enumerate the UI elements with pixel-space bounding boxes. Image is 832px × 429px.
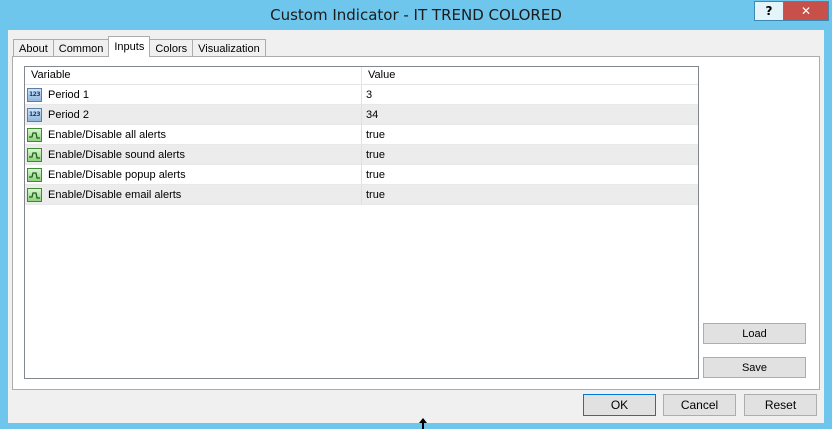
boolean-icon [27, 127, 42, 142]
tab-visualization[interactable]: Visualization [192, 39, 266, 57]
tab-common[interactable]: Common [52, 39, 110, 57]
inputs-tab-panel: Variable Value 123 Period 1 3 123 Period… [12, 56, 820, 390]
variable-name: Period 1 [48, 88, 89, 101]
variable-name: Enable/Disable all alerts [48, 128, 167, 141]
boolean-icon [27, 167, 42, 182]
save-button[interactable]: Save [703, 357, 806, 378]
variable-name: Enable/Disable sound alerts [48, 148, 185, 161]
variable-cell: Enable/Disable sound alerts [25, 144, 362, 165]
close-icon: ✕ [800, 4, 812, 18]
value-cell[interactable]: true [362, 169, 385, 181]
dialog-window: Custom Indicator - IT TREND COLORED ? ✕ … [0, 0, 832, 429]
table-row[interactable]: Enable/Disable sound alerts true [25, 144, 698, 165]
variable-name: Enable/Disable email alerts [48, 188, 182, 201]
numeric-icon: 123 [27, 107, 42, 122]
tab-strip: About Common Inputs Colors Visualization [13, 36, 266, 57]
variable-cell: 123 Period 1 [25, 84, 362, 105]
grid-rows: 123 Period 1 3 123 Period 2 34 Enable/Di… [25, 84, 698, 205]
variable-cell: Enable/Disable email alerts [25, 184, 362, 205]
tab-inputs[interactable]: Inputs [108, 36, 151, 57]
table-row[interactable]: Enable/Disable email alerts true [25, 184, 698, 205]
variable-name: Enable/Disable popup alerts [48, 168, 186, 181]
tab-about[interactable]: About [13, 39, 54, 57]
value-cell[interactable]: true [362, 129, 385, 141]
boolean-icon [27, 147, 42, 162]
column-header-value[interactable]: Value [362, 67, 698, 84]
variable-cell: Enable/Disable all alerts [25, 124, 362, 145]
value-cell[interactable]: 3 [362, 89, 372, 101]
numeric-icon: 123 [27, 87, 42, 102]
table-row[interactable]: 123 Period 1 3 [25, 84, 698, 105]
value-cell[interactable]: true [362, 189, 385, 201]
mouse-cursor-icon [419, 418, 427, 429]
value-cell[interactable]: 34 [362, 109, 378, 121]
title-bar[interactable]: Custom Indicator - IT TREND COLORED ? ✕ [0, 0, 832, 30]
grid-header: Variable Value [25, 67, 698, 85]
boolean-icon [27, 187, 42, 202]
help-button[interactable]: ? [754, 1, 784, 21]
variable-cell: 123 Period 2 [25, 104, 362, 125]
cancel-button[interactable]: Cancel [663, 394, 736, 416]
table-row[interactable]: Enable/Disable popup alerts true [25, 164, 698, 185]
column-header-variable[interactable]: Variable [25, 67, 362, 84]
variable-cell: Enable/Disable popup alerts [25, 164, 362, 185]
dialog-client-area: About Common Inputs Colors Visualization… [8, 30, 824, 423]
table-row[interactable]: 123 Period 2 34 [25, 104, 698, 125]
close-button[interactable]: ✕ [783, 1, 829, 21]
tab-colors[interactable]: Colors [149, 39, 194, 57]
value-cell[interactable]: true [362, 149, 385, 161]
reset-button[interactable]: Reset [744, 394, 817, 416]
variable-name: Period 2 [48, 108, 89, 121]
inputs-grid: Variable Value 123 Period 1 3 123 Period… [24, 66, 699, 379]
load-button[interactable]: Load [703, 323, 806, 344]
table-row[interactable]: Enable/Disable all alerts true [25, 124, 698, 145]
window-title: Custom Indicator - IT TREND COLORED [270, 6, 562, 24]
ok-button[interactable]: OK [583, 394, 656, 416]
